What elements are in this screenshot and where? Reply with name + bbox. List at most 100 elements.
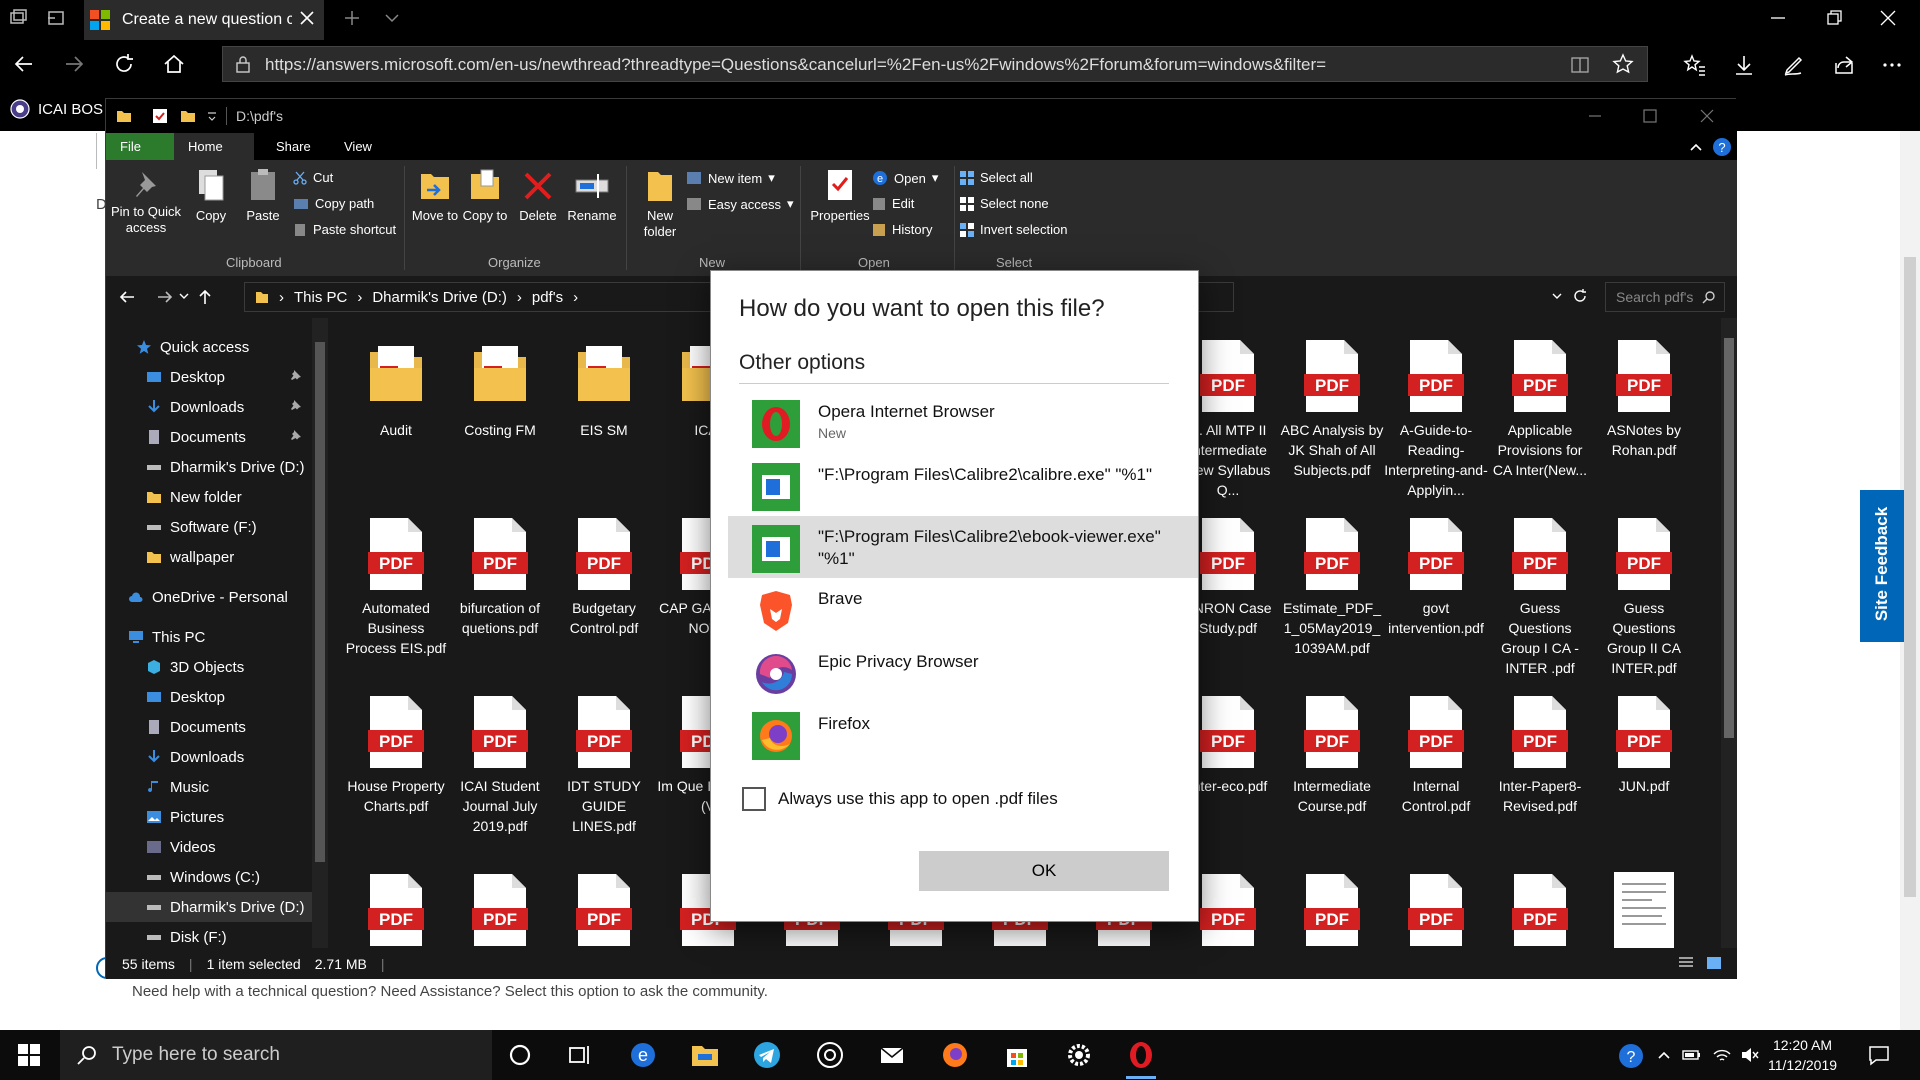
tab-list-chevron-icon[interactable] <box>382 8 406 32</box>
tab-home[interactable]: Home <box>174 133 254 160</box>
firefox-taskbar-icon[interactable] <box>940 1040 970 1070</box>
sidebar-item[interactable]: Music <box>106 772 328 802</box>
show-hidden-icons-chevron-icon[interactable] <box>1656 1047 1672 1063</box>
app-option-ebook-viewer[interactable]: "F:\Program Files\Calibre2\ebook-viewer.… <box>728 516 1198 578</box>
sidebar-item[interactable]: Dharmik's Drive (D:) <box>106 892 328 922</box>
explorer-minimize-icon[interactable] <box>1586 107 1604 125</box>
sidebar-item[interactable]: Desktop <box>106 682 328 712</box>
sidebar-item[interactable]: New folder <box>106 482 328 512</box>
history-button[interactable]: History <box>872 222 932 237</box>
pdf-file-item[interactable]: PDF Guess Questions Group II CA INTER.pdf <box>1592 516 1696 678</box>
favorite-link-icai[interactable]: ICAI BOS <box>38 101 103 118</box>
pdf-file-item[interactable]: PDF <box>1384 872 1488 948</box>
large-icons-view-icon[interactable] <box>1706 956 1722 970</box>
sidebar-item[interactable]: Desktop <box>106 362 328 392</box>
easy-access-button[interactable]: Easy access ▾ <box>686 196 794 212</box>
sidebar-item[interactable]: Windows (C:) <box>106 862 328 892</box>
nav-forward-icon[interactable] <box>156 288 174 306</box>
copy-path-button[interactable]: Copy path <box>293 196 374 211</box>
file-list-scrollbar[interactable] <box>1721 318 1737 948</box>
app-option-firefox[interactable]: Firefox <box>728 703 1198 765</box>
pen-icon[interactable] <box>1782 53 1806 77</box>
close-tab-icon[interactable] <box>298 9 316 27</box>
copy-button[interactable]: Copy <box>186 168 236 224</box>
paste-button[interactable]: Paste <box>238 168 288 224</box>
page-scroll-thumb[interactable] <box>1904 257 1916 897</box>
sidebar-item[interactable]: This PC <box>106 622 328 652</box>
pdf-file-item[interactable]: PDF <box>344 872 448 948</box>
select-all-button[interactable]: Select all <box>960 170 1033 185</box>
recent-locations-chevron-icon[interactable] <box>178 290 190 302</box>
close-window-icon[interactable] <box>1878 8 1902 32</box>
pdf-file-item[interactable]: PDF Applicable Provisions for CA Inter(Ne… <box>1488 338 1592 480</box>
pdf-file-item[interactable]: PDF <box>1488 872 1592 948</box>
pdf-file-item[interactable]: PDF Internal Control.pdf <box>1384 694 1488 816</box>
file-explorer-taskbar-icon[interactable] <box>690 1040 720 1070</box>
sidebar-item[interactable]: Dharmik's Drive (D:) <box>106 452 328 482</box>
tab-share[interactable]: Share <box>262 133 325 160</box>
store-icon[interactable] <box>1002 1040 1032 1070</box>
cut-button[interactable]: Cut <box>293 170 333 185</box>
tab-file[interactable]: File <box>106 133 175 160</box>
url-field[interactable]: https://answers.microsoft.com/en-us/newt… <box>222 46 1648 82</box>
site-feedback-button[interactable]: Site Feedback <box>1860 490 1904 642</box>
refresh-folder-icon[interactable] <box>1572 288 1588 304</box>
sidebar-item[interactable]: Quick access <box>106 332 328 362</box>
reading-view-icon[interactable] <box>1570 55 1594 79</box>
minimize-icon[interactable] <box>1768 8 1792 32</box>
properties-button[interactable]: Properties <box>804 168 876 224</box>
new-item-button[interactable]: New item ▾ <box>686 170 775 186</box>
pdf-file-item[interactable]: PDF <box>552 872 656 948</box>
folder-item[interactable]: Audit <box>344 338 448 440</box>
move-to-button[interactable]: Move to <box>410 168 460 224</box>
restore-icon[interactable] <box>1824 8 1848 32</box>
new-folder-quick-icon[interactable] <box>180 108 196 124</box>
sidebar-item[interactable]: Documents <box>106 712 328 742</box>
sidebar-item[interactable]: Disk (F:) <box>106 922 328 948</box>
explorer-search-input[interactable]: Search pdf's <box>1605 282 1725 312</box>
mail-icon[interactable] <box>877 1040 907 1070</box>
sidebar-item[interactable]: Downloads <box>106 742 328 772</box>
always-use-checkbox-row[interactable]: Always use this app to open .pdf files <box>742 787 1058 811</box>
app-option-calibre[interactable]: "F:\Program Files\Calibre2\calibre.exe" … <box>728 454 1198 516</box>
explorer-close-icon[interactable] <box>1698 107 1716 125</box>
system-clock[interactable]: 12:20 AM 11/12/2019 <box>1768 1035 1837 1075</box>
task-view-icon[interactable] <box>565 1040 595 1070</box>
taskbar-search-box[interactable]: Type here to search <box>60 1030 492 1080</box>
telegram-icon[interactable] <box>752 1040 782 1070</box>
tab-set-aside-icon[interactable] <box>8 8 32 32</box>
sidebar-item[interactable]: Software (F:) <box>106 512 328 542</box>
downloads-icon[interactable] <box>1732 53 1756 77</box>
pdf-file-item[interactable]: PDF Inter-Paper8-Revised.pdf <box>1488 694 1592 816</box>
battery-icon[interactable] <box>1682 1047 1702 1063</box>
pdf-file-item[interactable]: PDF <box>448 872 552 948</box>
pdf-file-item[interactable]: PDF JUN.pdf <box>1592 694 1696 796</box>
nav-pane-scrollbar[interactable] <box>312 318 328 948</box>
pdf-file-item[interactable]: PDF Automated Business Process EIS.pdf <box>344 516 448 658</box>
volume-muted-icon[interactable] <box>1740 1047 1760 1063</box>
pin-quick-access-button[interactable]: Pin to Quick access <box>110 168 182 236</box>
action-center-icon[interactable] <box>1868 1044 1890 1066</box>
pdf-file-item[interactable]: PDF ASNotes by Rohan.pdf <box>1592 338 1696 460</box>
pdf-file-item[interactable]: PDF bifurcation of quetions.pdf <box>448 516 552 638</box>
pdf-file-item[interactable]: PDF A-Guide-to-Reading-Interpreting-and-A… <box>1384 338 1488 500</box>
refresh-icon[interactable] <box>112 52 136 76</box>
customize-toolbar-icon[interactable] <box>206 108 218 124</box>
pdf-file-item[interactable]: PDF House Property Charts.pdf <box>344 694 448 816</box>
address-dropdown-icon[interactable] <box>1551 290 1563 302</box>
sidebar-item[interactable]: OneDrive - Personal <box>106 582 328 612</box>
delete-button[interactable]: Delete <box>514 168 562 224</box>
sidebar-item[interactable]: Downloads <box>106 392 328 422</box>
document-thumbnail-item[interactable] <box>1592 872 1696 948</box>
sidebar-item[interactable]: Pictures <box>106 802 328 832</box>
pdf-file-item[interactable]: PDF Budgetary Control.pdf <box>552 516 656 638</box>
up-arrow-icon[interactable] <box>196 288 214 306</box>
properties-check-icon[interactable] <box>152 108 168 124</box>
favorite-star-icon[interactable] <box>1612 53 1636 77</box>
pdf-file-item[interactable]: PDF IDT STUDY GUIDE LINES.pdf <box>552 694 656 836</box>
media-player-icon[interactable] <box>815 1040 845 1070</box>
pdf-file-item[interactable]: PDF govt intervention.pdf <box>1384 516 1488 638</box>
sidebar-item[interactable]: Videos <box>106 832 328 862</box>
rename-button[interactable]: Rename <box>564 168 620 224</box>
new-folder-button[interactable]: New folder <box>630 168 690 240</box>
